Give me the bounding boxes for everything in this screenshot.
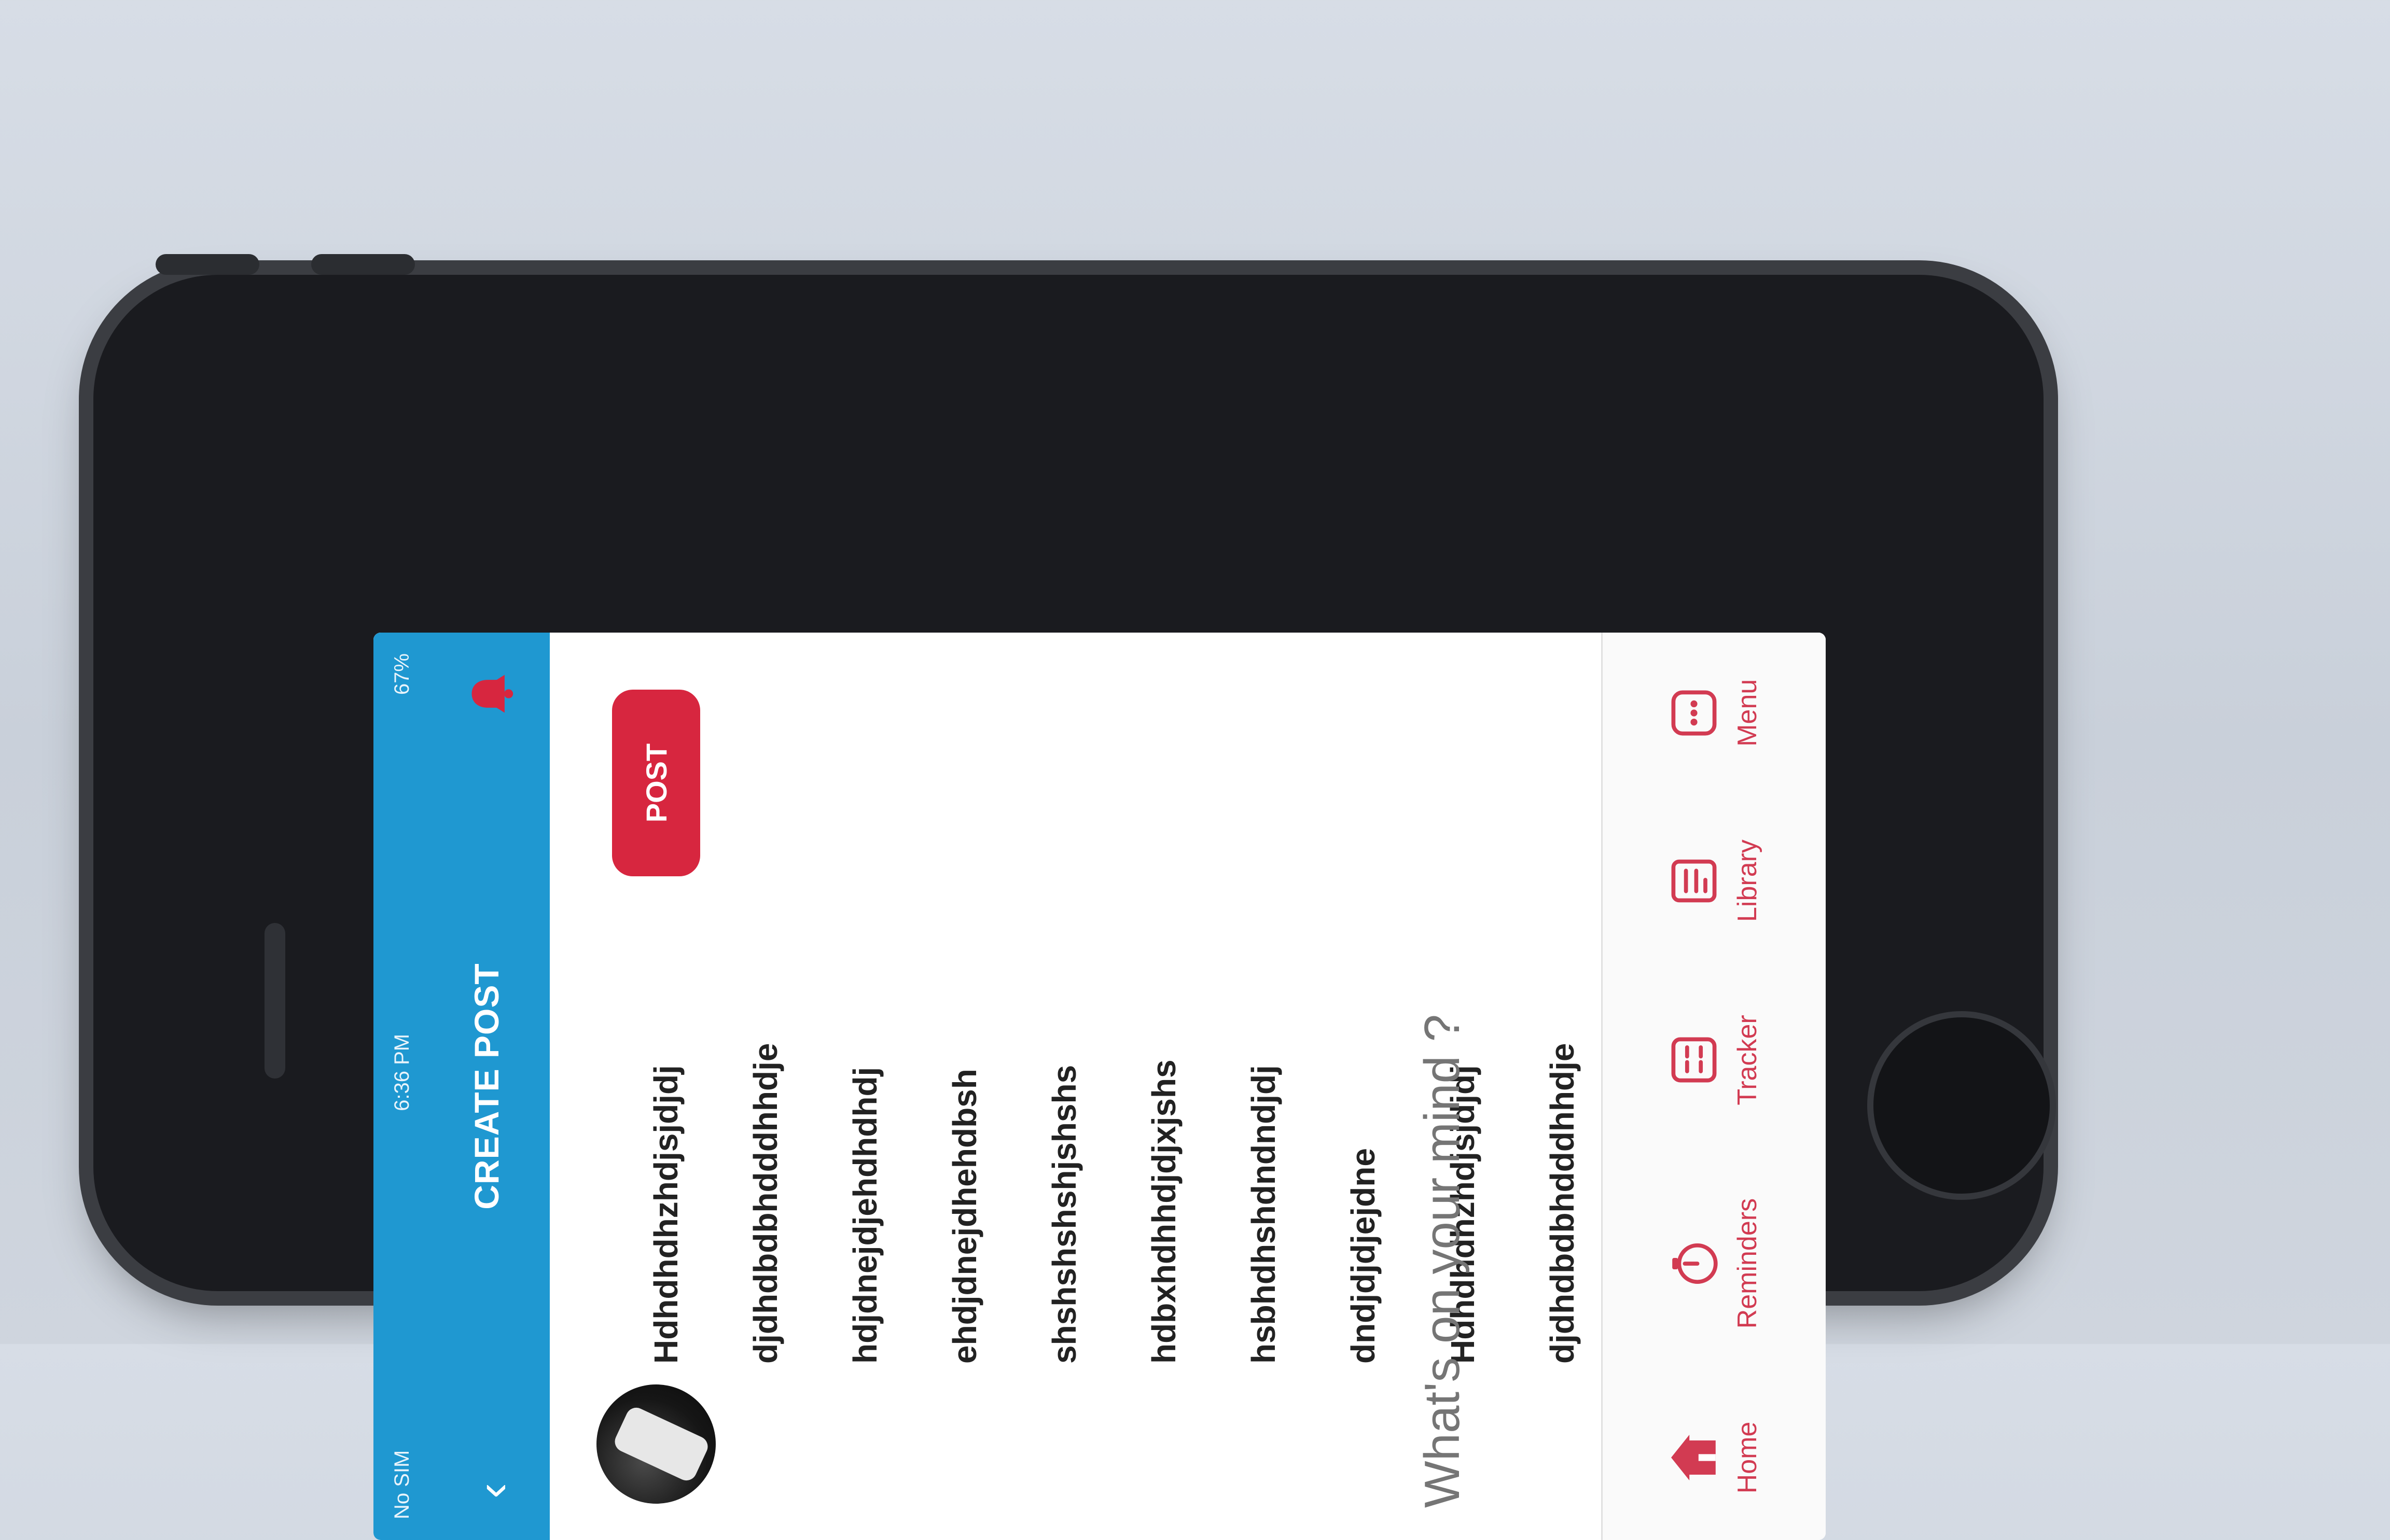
carrier-text: No SIM xyxy=(390,1450,413,1519)
notification-icon[interactable] xyxy=(466,669,516,719)
library-icon xyxy=(1671,859,1717,902)
post-text-line: ehdjdnejdhehdbsh xyxy=(946,1069,983,1364)
tab-label: Menu xyxy=(1732,679,1762,747)
post-text-line: hsbhdhshdndndjdj xyxy=(1245,1065,1282,1364)
tab-menu[interactable]: Menu xyxy=(1665,679,1763,747)
tab-label: Library xyxy=(1732,839,1762,922)
post-text-line: hdjdnejdjehdhdhdj xyxy=(846,1067,884,1364)
app-header: ‹ CREATE POST xyxy=(430,633,550,1540)
volume-button xyxy=(311,254,415,275)
battery-text: 67% xyxy=(390,653,413,695)
composer xyxy=(1395,677,1490,1509)
post-text-line: shshshshshjshshs xyxy=(1046,1065,1083,1364)
post-input[interactable] xyxy=(1395,677,1490,1509)
post-text-line: djdhdbdbhdddhhdje xyxy=(1544,1043,1581,1364)
time-text: 6:36 PM xyxy=(390,1033,413,1111)
tab-home[interactable]: Home xyxy=(1665,1421,1763,1494)
create-post-screen: No SIM 6:36 PM 67% ‹ CREATE POST Hdhdhdh… xyxy=(373,633,1826,1540)
status-bar: No SIM 6:36 PM 67% xyxy=(373,633,430,1540)
post-text-line: dndjdjdjejdne xyxy=(1344,1148,1382,1364)
tracker-icon xyxy=(1671,1038,1717,1083)
phone-device: No SIM 6:36 PM 67% ‹ CREATE POST Hdhdhdh… xyxy=(93,254,2056,1540)
home-icon xyxy=(1671,1435,1716,1480)
volume-button xyxy=(156,254,259,275)
bottom-tab-bar: Home Reminders Tracker Library Menu xyxy=(1601,633,1826,1540)
tab-label: Reminders xyxy=(1732,1198,1762,1329)
post-text-line: Hdhdhdhzhdjsjdjdj xyxy=(647,1065,685,1364)
menu-icon xyxy=(1671,690,1717,736)
screen: No SIM 6:36 PM 67% ‹ CREATE POST Hdhdhdh… xyxy=(373,633,1826,1540)
post-text-line: hdbxhdhhdjdjxjshs xyxy=(1145,1059,1183,1364)
page-title: CREATE POST xyxy=(467,963,506,1210)
earpiece xyxy=(265,923,285,1079)
tab-tracker[interactable]: Tracker xyxy=(1665,1015,1763,1105)
post-text-line: djdhdbdbhdddhhdje xyxy=(747,1043,784,1364)
home-hardware-button[interactable] xyxy=(1867,1011,2056,1200)
tab-label: Home xyxy=(1732,1421,1762,1494)
post-button[interactable]: POST xyxy=(612,690,700,876)
tab-label: Tracker xyxy=(1732,1015,1762,1105)
tab-reminders[interactable]: Reminders xyxy=(1665,1198,1763,1328)
avatar xyxy=(596,1384,716,1504)
stopwatch-icon xyxy=(1672,1243,1718,1284)
tab-library[interactable]: Library xyxy=(1665,839,1763,922)
post-editor: Hdhdhdhzhdjsjdjdj djdhdbdbhdddhhdje hdjd… xyxy=(550,633,1780,1540)
